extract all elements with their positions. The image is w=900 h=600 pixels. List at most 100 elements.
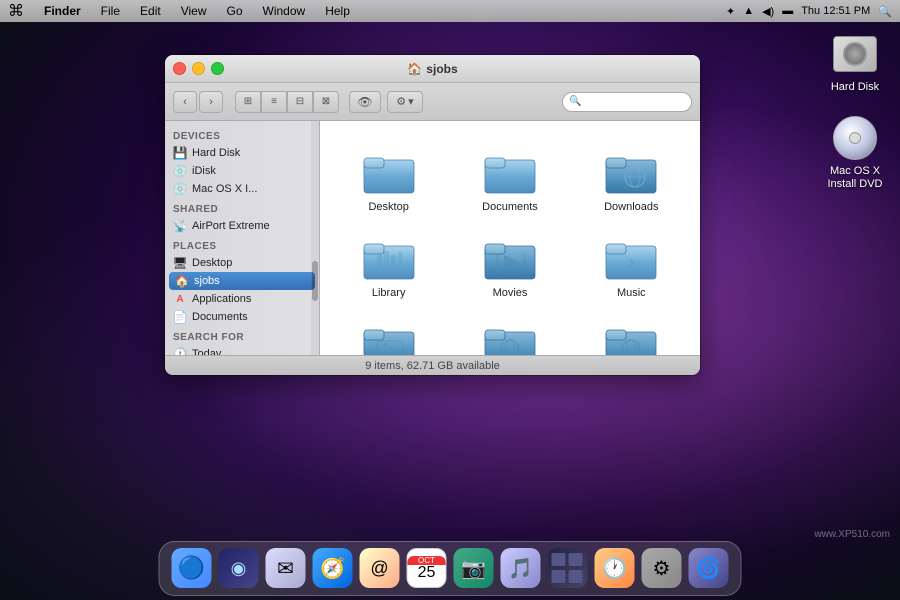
back-button[interactable]: ‹ [173, 91, 197, 113]
gear-button[interactable]: ⚙ ▾ [387, 91, 423, 113]
sidebar-scrollbar-thumb[interactable] [312, 261, 318, 301]
window-title-icon: 🏠 [407, 62, 422, 76]
folder-pictures[interactable]: Pictures [328, 309, 449, 355]
dock-mail[interactable]: ✉ [264, 546, 308, 590]
sidebar: DEVICES 💾 Hard Disk 💿 iDisk 💿 Mac OS X I… [165, 121, 320, 355]
sidebar-item-documents[interactable]: 📄 Documents [165, 308, 319, 326]
folder-downloads[interactable]: Downloads [571, 137, 692, 223]
minimize-button[interactable] [192, 62, 205, 75]
menu-go[interactable]: Go [223, 4, 247, 18]
folder-desktop[interactable]: Desktop [328, 137, 449, 223]
desktop: ⌘ Finder File Edit View Go Window Help ✦… [0, 0, 900, 600]
dock-addressbook[interactable]: @ [358, 546, 402, 590]
forward-button[interactable]: › [199, 91, 223, 113]
sysprefs-dock-icon: ⚙ [642, 548, 682, 588]
dashboard-dock-icon: ◉ [219, 548, 259, 588]
window-title: 🏠 sjobs [407, 62, 457, 76]
idisk-label: iDisk [192, 165, 216, 177]
devices-header: DEVICES [165, 125, 319, 144]
sidebar-item-today[interactable]: 🕐 Today [165, 345, 319, 355]
documents-icon: 📄 [173, 310, 187, 324]
menu-edit[interactable]: Edit [136, 4, 165, 18]
sidebar-item-sjobs[interactable]: 🏠 sjobs [169, 272, 315, 290]
search-field[interactable]: 🔍 [562, 92, 692, 112]
finder-dock-icon: 🔵 [172, 548, 212, 588]
addressbook-dock-icon: @ [360, 548, 400, 588]
coverflow-view-button[interactable]: ⊠ [313, 91, 339, 113]
view-buttons: ⊞ ≡ ⊟ ⊠ [235, 91, 339, 113]
apple-menu[interactable]: ⌘ [8, 1, 24, 21]
sidebar-scrollbar [311, 121, 319, 355]
harddisk-label: Hard Disk [192, 147, 240, 159]
folder-movies-label: Movies [493, 287, 528, 299]
sidebar-item-macosx[interactable]: 💿 Mac OS X I... [165, 180, 319, 198]
dock-safari[interactable]: 🧭 [311, 546, 355, 590]
dock-spaces[interactable] [546, 546, 590, 590]
dock-sysprefs[interactable]: ⚙ [640, 546, 684, 590]
airport-icon: 📡 [173, 219, 187, 233]
gear-arrow-icon: ▾ [408, 95, 414, 108]
dock-ical[interactable]: OCT 25 [405, 546, 449, 590]
icon-view-button[interactable]: ⊞ [235, 91, 261, 113]
folder-documents[interactable]: Documents [449, 137, 570, 223]
dock-clock[interactable]: 🕐 [593, 546, 637, 590]
search-icon: 🔍 [569, 96, 581, 107]
dock-iphoto[interactable]: 📷 [452, 546, 496, 590]
battery-icon: ▬ [782, 5, 793, 17]
applications-label: Applications [192, 293, 251, 305]
window-toolbar: ‹ › ⊞ ≡ ⊟ ⊠ 👁 ⚙ ▾ 🔍 [165, 83, 700, 121]
folder-downloads-svg [605, 150, 657, 194]
menubar-right: ✦ ▲ ◀) ▬ Thu 12:51 PM 🔍 [726, 5, 892, 18]
spotlight-icon[interactable]: 🔍 [878, 5, 892, 18]
folder-library-svg [363, 236, 415, 280]
folder-public-icon [482, 319, 538, 355]
dock: 🔵 ◉ ✉ 🧭 @ OCT [159, 541, 742, 596]
dvd-icon[interactable]: Mac OS X Install DVD [820, 114, 890, 191]
sidebar-item-idisk[interactable]: 💿 iDisk [165, 162, 319, 180]
menu-window[interactable]: Window [259, 4, 310, 18]
folder-documents-svg [484, 150, 536, 194]
menu-finder[interactable]: Finder [40, 4, 85, 18]
menu-view[interactable]: View [177, 4, 211, 18]
folder-sites[interactable]: Sites [571, 309, 692, 355]
dock-itunes[interactable]: 🎵 [499, 546, 543, 590]
window-titlebar: 🏠 sjobs [165, 55, 700, 83]
sidebar-item-desktop[interactable]: 🖥 Desktop [165, 254, 319, 272]
sidebar-item-harddisk[interactable]: 💾 Hard Disk [165, 144, 319, 162]
loading-dock-icon: 🌀 [689, 548, 729, 588]
hard-disk-icon[interactable]: Hard Disk [820, 30, 890, 94]
finder-window: 🏠 sjobs ‹ › ⊞ ≡ ⊟ ⊠ 👁 ⚙ ▾ 🔍 [165, 55, 700, 375]
window-body: DEVICES 💾 Hard Disk 💿 iDisk 💿 Mac OS X I… [165, 121, 700, 355]
maximize-button[interactable] [211, 62, 224, 75]
dock-dashboard[interactable]: ◉ [217, 546, 261, 590]
menu-file[interactable]: File [97, 4, 124, 18]
dvd-image [831, 114, 879, 162]
folder-public[interactable]: Public [449, 309, 570, 355]
dock-loading[interactable]: 🌀 [687, 546, 731, 590]
close-button[interactable] [173, 62, 186, 75]
folder-music-icon: ♪ [603, 233, 659, 283]
places-section: PLACES 🖥 Desktop 🏠 sjobs A Applications [165, 235, 319, 326]
today-label: Today [192, 348, 221, 355]
list-view-button[interactable]: ≡ [261, 91, 287, 113]
svg-text:♪: ♪ [627, 255, 635, 272]
folder-movies-icon [482, 233, 538, 283]
eye-button[interactable]: 👁 [349, 91, 381, 113]
hdd-shape [833, 36, 877, 72]
folder-desktop-icon [361, 147, 417, 197]
folder-movies[interactable]: Movies [449, 223, 570, 309]
watermark: www.XP510.com [814, 529, 890, 540]
dock-finder[interactable]: 🔵 [170, 546, 214, 590]
devices-section: DEVICES 💾 Hard Disk 💿 iDisk 💿 Mac OS X I… [165, 125, 319, 198]
mail-dock-icon: ✉ [266, 548, 306, 588]
desktop-label: Desktop [192, 257, 232, 269]
shared-section: SHARED 📡 AirPort Extreme [165, 198, 319, 235]
folder-library[interactable]: Library [328, 223, 449, 309]
folder-music[interactable]: ♪ [571, 223, 692, 309]
folder-library-icon [361, 233, 417, 283]
sidebar-item-applications[interactable]: A Applications [165, 290, 319, 308]
column-view-button[interactable]: ⊟ [287, 91, 313, 113]
sidebar-item-airport[interactable]: 📡 AirPort Extreme [165, 217, 319, 235]
folder-pictures-icon [361, 319, 417, 355]
menu-help[interactable]: Help [321, 4, 354, 18]
